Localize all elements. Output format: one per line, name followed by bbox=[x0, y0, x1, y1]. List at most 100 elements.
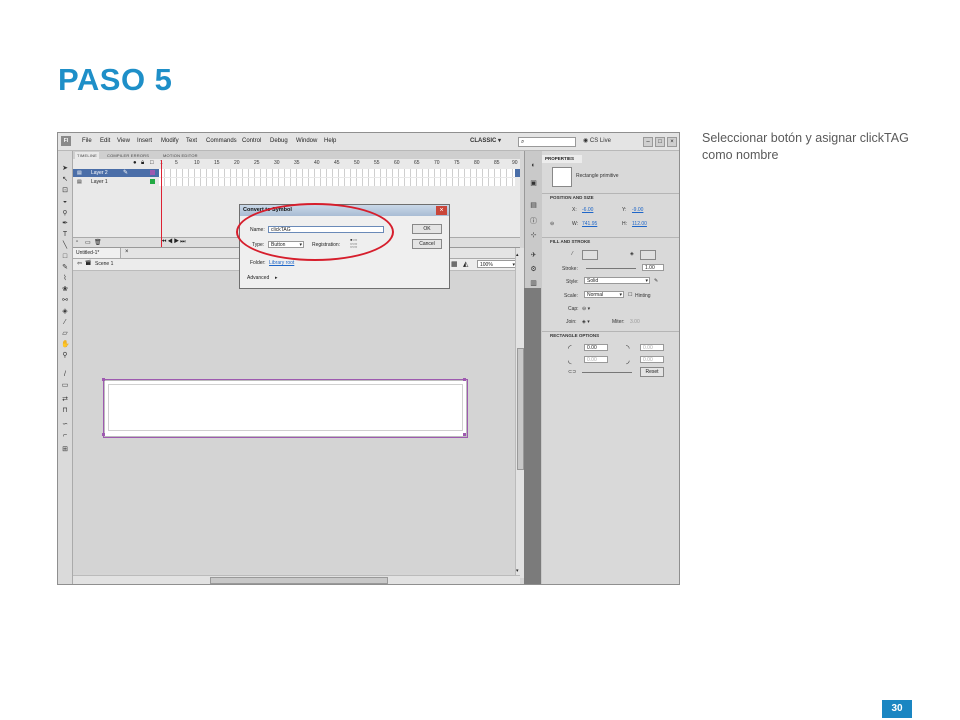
horizontal-scroll-thumb[interactable] bbox=[210, 577, 388, 584]
corner-radius-input[interactable]: 0.00 bbox=[584, 344, 608, 351]
playback-controls-icon[interactable]: ⏮◀▶⏭ bbox=[161, 239, 187, 246]
x-value[interactable]: -6.00 bbox=[582, 207, 593, 213]
tab-timeline[interactable]: TIMELINE bbox=[75, 152, 100, 159]
layer-frames[interactable] bbox=[159, 178, 515, 186]
corner-radius-input[interactable]: 0.00 bbox=[640, 344, 664, 351]
selection-handle[interactable] bbox=[463, 378, 466, 381]
components-panel-icon[interactable]: ⚙ bbox=[529, 265, 538, 274]
3d-rotation-tool-icon[interactable]: ◒ bbox=[61, 198, 69, 206]
edit-scene-icon[interactable]: ▦ bbox=[451, 260, 458, 268]
minimize-icon[interactable]: – bbox=[643, 137, 653, 147]
stroke-color-swatch[interactable] bbox=[582, 250, 598, 260]
miter-value[interactable]: 3.00 bbox=[630, 319, 640, 325]
layer-row-layer-1[interactable]: ▤ Layer 1 bbox=[73, 178, 520, 186]
lock-icon[interactable]: 🔒︎ bbox=[141, 160, 144, 167]
cancel-button[interactable]: Cancel bbox=[412, 239, 442, 249]
object-drawing-icon[interactable]: ⊞ bbox=[61, 446, 69, 454]
zoom-select[interactable]: 100% ▾ bbox=[477, 260, 517, 268]
menu-modify[interactable]: Modify bbox=[161, 138, 179, 144]
section-fill-stroke[interactable]: FILL AND STROKE bbox=[542, 237, 679, 245]
info-panel-icon[interactable]: ⓘ bbox=[529, 217, 538, 226]
back-arrow-icon[interactable]: ⇦ bbox=[77, 260, 82, 267]
corner-slider[interactable] bbox=[582, 372, 632, 373]
new-folder-icon[interactable]: ▭ bbox=[85, 239, 91, 246]
edit-stroke-style-icon[interactable]: ✎ bbox=[654, 278, 658, 284]
scroll-up-icon[interactable]: ▴ bbox=[516, 252, 519, 258]
vertical-scroll-thumb[interactable] bbox=[517, 348, 524, 470]
new-layer-icon[interactable]: ▫ bbox=[76, 239, 78, 245]
pencil-tool-icon[interactable]: ✎ bbox=[61, 264, 69, 272]
menu-debug[interactable]: Debug bbox=[270, 138, 288, 144]
fill-color-icon[interactable]: ▭ bbox=[61, 382, 69, 390]
cap-select[interactable]: ⊖ ▾ bbox=[582, 306, 590, 312]
maximize-icon[interactable]: □ bbox=[655, 137, 665, 147]
scroll-down-icon[interactable]: ▾ bbox=[516, 568, 519, 574]
zoom-tool-icon[interactable]: ⚲ bbox=[61, 352, 69, 360]
y-value[interactable]: -9.00 bbox=[632, 207, 643, 213]
deco-tool-icon[interactable]: ❀ bbox=[61, 286, 69, 294]
swap-colors-icon[interactable]: ⇄ bbox=[61, 396, 69, 404]
menu-view[interactable]: View bbox=[117, 138, 130, 144]
menu-control[interactable]: Control bbox=[242, 138, 261, 144]
motion-presets-icon[interactable]: ✈ bbox=[529, 251, 538, 260]
menu-file[interactable]: File bbox=[82, 138, 92, 144]
delete-layer-icon[interactable]: 🗑︎ bbox=[94, 239, 102, 246]
style-select[interactable]: Solid ▾ bbox=[584, 277, 650, 284]
lock-corners-icon[interactable]: ⊂⊃ bbox=[568, 369, 576, 375]
menu-text[interactable]: Text bbox=[186, 138, 197, 144]
outline-icon[interactable]: □ bbox=[150, 160, 154, 166]
tab-motion-editor[interactable]: MOTION EDITOR bbox=[161, 152, 200, 159]
layer-frames[interactable] bbox=[159, 169, 515, 177]
rectangle-tool-icon[interactable]: □ bbox=[61, 253, 69, 261]
line-tool-icon[interactable]: ╲ bbox=[61, 242, 69, 250]
frame-ruler[interactable]: 1 5 10 15 20 25 30 35 40 45 50 55 60 65 … bbox=[158, 160, 520, 168]
eyedropper-tool-icon[interactable]: ⁄ bbox=[61, 319, 69, 327]
section-position-size[interactable]: POSITION AND SIZE bbox=[542, 193, 679, 201]
tab-compiler-errors[interactable]: COMPILER ERRORS bbox=[105, 152, 151, 159]
tab-properties[interactable]: PROPERTIES bbox=[542, 155, 582, 163]
straighten-icon[interactable]: ⌐ bbox=[61, 432, 69, 440]
stroke-value-input[interactable]: 1.00 bbox=[642, 264, 664, 271]
hand-tool-icon[interactable]: ✋ bbox=[61, 341, 70, 349]
folder-link[interactable]: Library root bbox=[269, 260, 294, 266]
layer-row-layer-2[interactable]: ▤ Layer 2 ✎ bbox=[73, 169, 520, 177]
stroke-color-icon[interactable]: / bbox=[61, 371, 69, 379]
transform-panel-icon[interactable]: ⊹ bbox=[529, 231, 538, 240]
selection-handle[interactable] bbox=[102, 433, 105, 436]
smooth-icon[interactable]: ∽ bbox=[61, 421, 69, 429]
menu-edit[interactable]: Edit bbox=[100, 138, 110, 144]
menu-help[interactable]: Help bbox=[324, 138, 336, 144]
workspace-switcher[interactable]: CLASSIC ▾ bbox=[470, 136, 510, 146]
dialog-close-icon[interactable]: × bbox=[436, 206, 447, 215]
reset-button[interactable]: Reset bbox=[640, 367, 664, 377]
close-window-icon[interactable]: × bbox=[667, 137, 677, 147]
snap-icon[interactable]: ⊓ bbox=[61, 407, 69, 415]
playhead[interactable] bbox=[161, 160, 162, 247]
hinting-checkbox[interactable]: ☐ bbox=[628, 292, 632, 298]
ok-button[interactable]: OK bbox=[412, 224, 442, 234]
eye-icon[interactable]: ● bbox=[133, 160, 137, 166]
corner-radius-input[interactable]: 0.00 bbox=[584, 356, 608, 363]
constrain-link-icon[interactable]: ⊖ bbox=[550, 221, 554, 227]
selection-handle[interactable] bbox=[102, 378, 105, 381]
section-rectangle-options[interactable]: RECTANGLE OPTIONS bbox=[542, 331, 679, 339]
selection-handle[interactable] bbox=[463, 433, 466, 436]
close-document-icon[interactable]: × bbox=[125, 249, 129, 255]
text-tool-icon[interactable]: T bbox=[61, 231, 69, 239]
vertical-scrollbar[interactable]: ▴ ▾ bbox=[515, 248, 524, 578]
w-value[interactable]: 741.95 bbox=[582, 221, 597, 227]
scale-select[interactable]: Normal ▾ bbox=[584, 291, 624, 298]
fill-color-swatch[interactable] bbox=[640, 250, 656, 260]
document-tab[interactable]: Untitled-1* bbox=[73, 248, 121, 258]
menu-window[interactable]: Window bbox=[296, 138, 317, 144]
color-panel-icon[interactable]: ◐ bbox=[529, 161, 538, 170]
menu-commands[interactable]: Commands bbox=[206, 138, 237, 144]
pen-tool-icon[interactable]: ✒ bbox=[61, 220, 69, 228]
brush-tool-icon[interactable]: ⌇ bbox=[61, 275, 69, 283]
bone-tool-icon[interactable]: ⚯ bbox=[61, 297, 69, 305]
join-select[interactable]: ◈ ▾ bbox=[582, 319, 590, 325]
stroke-slider[interactable] bbox=[586, 268, 636, 269]
library-panel-icon[interactable]: ▣ bbox=[529, 179, 538, 188]
advanced-toggle[interactable]: Advanced bbox=[247, 275, 269, 281]
paint-bucket-tool-icon[interactable]: ◈ bbox=[61, 308, 69, 316]
